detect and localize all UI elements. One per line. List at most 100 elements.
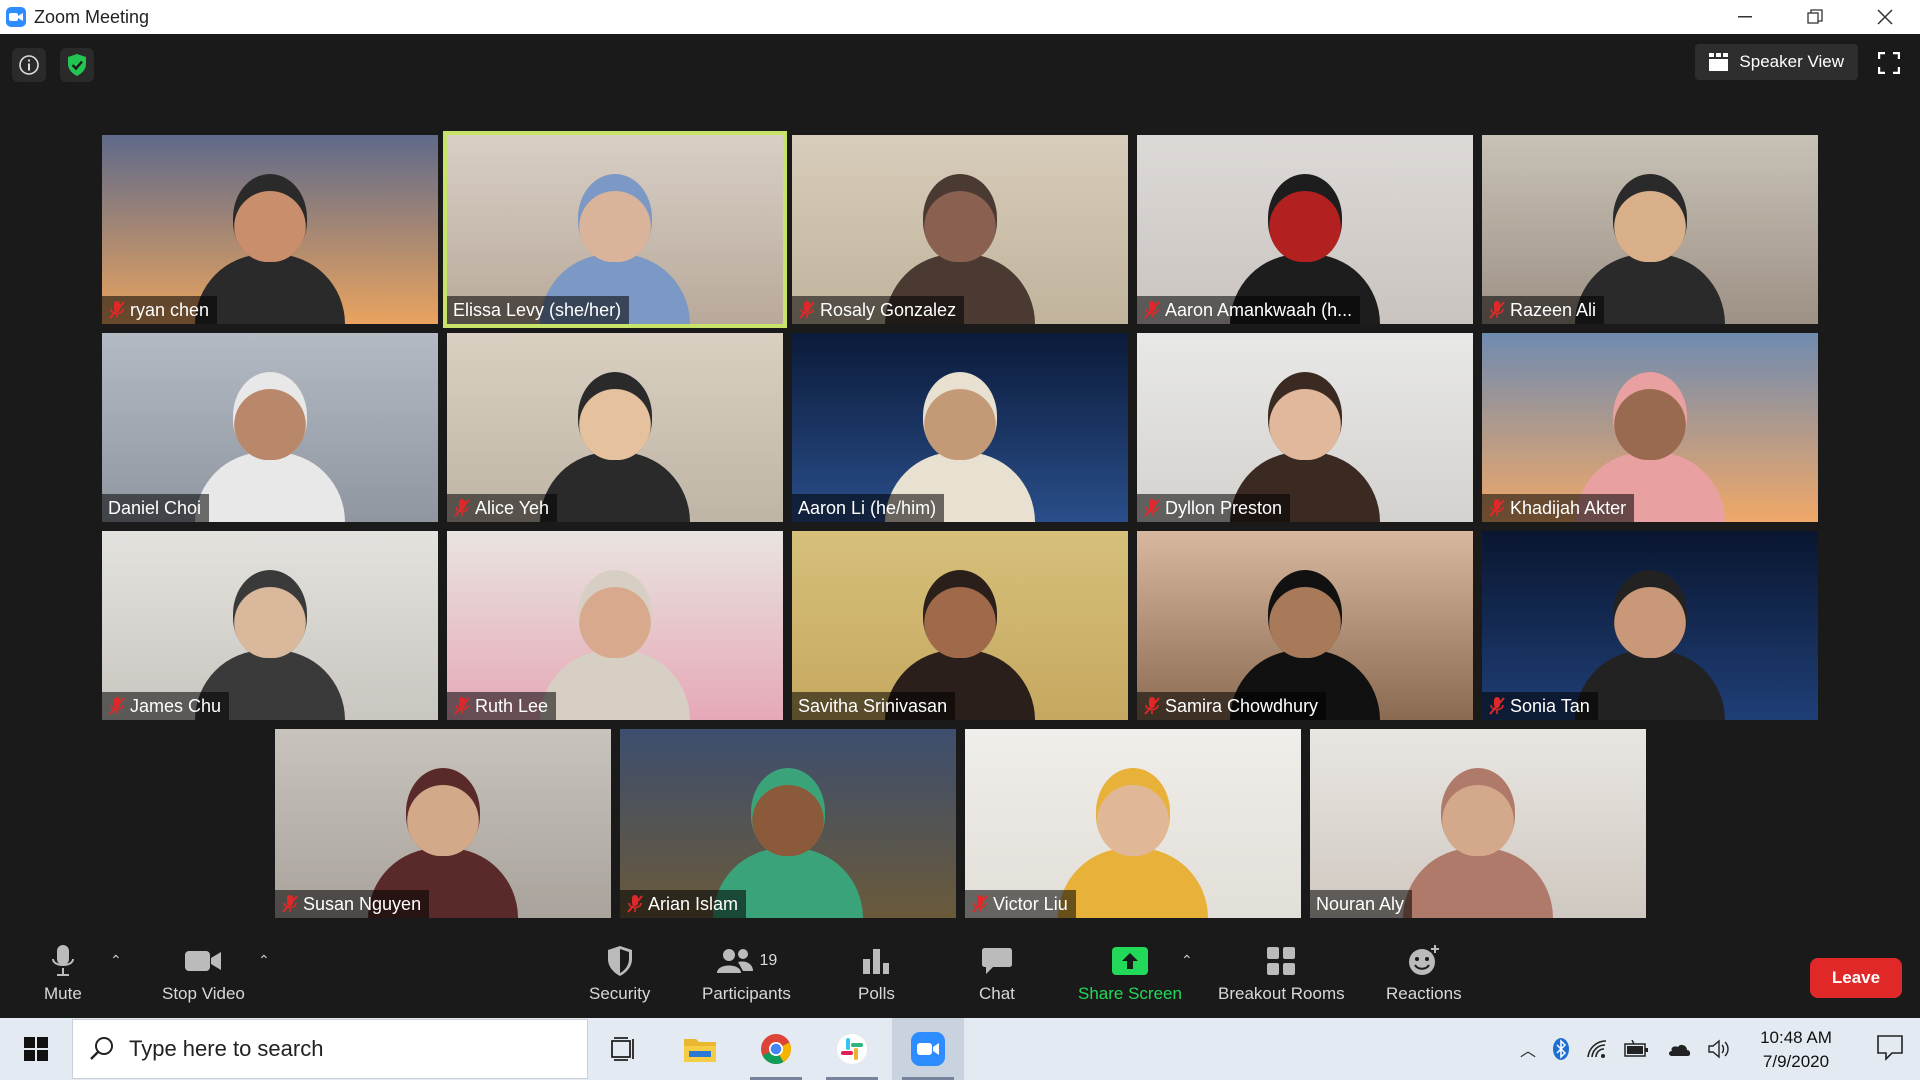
participant-name-label: Susan Nguyen: [275, 890, 430, 918]
participant-video-tile[interactable]: Nouran Aly: [1310, 729, 1646, 918]
polls-label: Polls: [858, 984, 895, 1003]
participant-video-tile[interactable]: Dyllon Preston: [1137, 333, 1473, 522]
share-screen-icon: [1111, 947, 1148, 975]
mute-button[interactable]: Mute: [44, 942, 82, 1004]
chrome-button[interactable]: [740, 1018, 812, 1080]
security-button[interactable]: Security: [589, 942, 650, 1004]
participant-video-tile[interactable]: Arian Islam: [620, 729, 956, 918]
participant-video-tile[interactable]: Susan Nguyen: [275, 729, 611, 918]
taskbar-clock[interactable]: 10:48 AM 7/9/2020: [1746, 1026, 1846, 1074]
zoom-taskbar-button[interactable]: [892, 1018, 964, 1080]
slack-icon: [837, 1034, 867, 1064]
show-hidden-icons-chevron-up-icon[interactable]: ︿: [1520, 1037, 1536, 1061]
participant-video-tile[interactable]: Elissa Levy (she/her): [443, 131, 787, 328]
onedrive-cloud-icon[interactable]: [1666, 1041, 1692, 1057]
participant-name: Aaron Li (he/him): [798, 497, 937, 518]
participant-video-tile[interactable]: Razeen Ali: [1482, 135, 1818, 324]
wifi-icon[interactable]: [1586, 1039, 1608, 1059]
participant-video-tile[interactable]: Victor Liu: [965, 729, 1301, 918]
battery-icon[interactable]: [1624, 1040, 1650, 1058]
reactions-button[interactable]: Reactions: [1386, 942, 1462, 1004]
participant-video-tile[interactable]: Daniel Choi: [102, 333, 438, 522]
video-camera-icon: [185, 951, 222, 971]
task-view-button[interactable]: [588, 1018, 660, 1080]
participant-video-feed: [1403, 758, 1553, 918]
participant-name-label: Daniel Choi: [102, 494, 210, 522]
participant-name: Savitha Srinivasan: [798, 695, 948, 716]
chat-button[interactable]: Chat: [979, 942, 1015, 1004]
participant-name: Razeen Ali: [1510, 299, 1597, 320]
chat-label: Chat: [979, 984, 1015, 1003]
participant-name: ryan chen: [130, 299, 210, 320]
participant-video-tile[interactable]: Ruth Lee: [447, 531, 783, 720]
restore-button[interactable]: [1780, 0, 1850, 34]
participant-name: Nouran Aly: [1316, 893, 1405, 914]
participant-name: Sonia Tan: [1510, 695, 1590, 716]
participant-video-tile[interactable]: Rosaly Gonzalez: [792, 135, 1128, 324]
slack-button[interactable]: [816, 1018, 888, 1080]
participants-button[interactable]: 19 Participants: [702, 942, 791, 1004]
task-view-icon: [611, 1037, 634, 1061]
mic-muted-icon: [799, 301, 815, 319]
participant-video-tile[interactable]: Samira Chowdhury: [1137, 531, 1473, 720]
participant-name-label: ryan chen: [102, 296, 218, 324]
polls-button[interactable]: Polls: [858, 942, 895, 1004]
windows-logo-icon: [24, 1037, 48, 1061]
participant-name: Aaron Amankwaah (h...: [1165, 299, 1353, 320]
security-shield-icon: [607, 946, 632, 976]
participant-name-label: James Chu: [102, 692, 230, 720]
participant-name-label: Razeen Ali: [1482, 296, 1605, 324]
mic-muted-icon: [1489, 697, 1505, 715]
participant-name-label: Aaron Li (he/him): [792, 494, 945, 522]
mic-muted-icon: [972, 895, 988, 913]
participant-name: Arian Islam: [648, 893, 739, 914]
microphone-icon: [51, 945, 74, 976]
leave-button[interactable]: Leave: [1810, 958, 1902, 998]
minimize-icon: [1738, 16, 1752, 18]
window-titlebar: Zoom Meeting: [0, 0, 1920, 34]
taskbar-search-box[interactable]: Type here to search: [72, 1019, 588, 1079]
participant-video-tile[interactable]: Khadijah Akter: [1482, 333, 1818, 522]
clock-time: 10:48 AM: [1760, 1028, 1832, 1047]
file-explorer-button[interactable]: [664, 1018, 736, 1080]
participant-name-label: Khadijah Akter: [1482, 494, 1635, 522]
share-screen-button[interactable]: Share Screen: [1078, 942, 1182, 1004]
reactions-icon: [1408, 945, 1439, 975]
participant-video-tile[interactable]: Savitha Srinivasan: [792, 531, 1128, 720]
participant-video-tile[interactable]: Alice Yeh: [447, 333, 783, 522]
action-center-button[interactable]: [1876, 1033, 1906, 1063]
close-window-button[interactable]: [1850, 0, 1920, 34]
volume-icon[interactable]: [1708, 1039, 1730, 1059]
share-screen-label: Share Screen: [1078, 984, 1182, 1003]
start-button[interactable]: [0, 1018, 72, 1080]
participant-video-feed: [540, 560, 690, 720]
participant-name: Elissa Levy (she/her): [453, 299, 622, 320]
participant-name-label: Victor Liu: [965, 890, 1076, 918]
share-options-chevron-up-icon[interactable]: ⌃: [1181, 952, 1193, 969]
audio-options-chevron-up-icon[interactable]: ⌃: [110, 952, 122, 969]
participant-video-tile[interactable]: ryan chen: [102, 135, 438, 324]
mic-muted-icon: [109, 301, 125, 319]
windows-taskbar: Type here to search ︿ 10:48 AM 7/9/2020: [0, 1018, 1920, 1080]
participant-video-feed: [195, 164, 345, 324]
participant-name: Rosaly Gonzalez: [820, 299, 957, 320]
bluetooth-icon[interactable]: [1552, 1037, 1570, 1061]
stop-video-button[interactable]: Stop Video: [162, 942, 245, 1004]
mic-muted-icon: [282, 895, 298, 913]
mic-muted-icon: [454, 499, 470, 517]
participant-video-tile[interactable]: James Chu: [102, 531, 438, 720]
participant-name-label: Sonia Tan: [1482, 692, 1598, 720]
clock-date: 7/9/2020: [1762, 1052, 1830, 1071]
reactions-label: Reactions: [1386, 984, 1462, 1003]
video-options-chevron-up-icon[interactable]: ⌃: [258, 952, 270, 969]
polls-icon: [863, 949, 890, 974]
participant-video-tile[interactable]: Aaron Amankwaah (h...: [1137, 135, 1473, 324]
participant-name: Victor Liu: [993, 893, 1068, 914]
participant-name: Khadijah Akter: [1510, 497, 1627, 518]
chat-icon: [981, 948, 1012, 974]
participant-video-tile[interactable]: Sonia Tan: [1482, 531, 1818, 720]
minimize-button[interactable]: [1710, 0, 1780, 34]
zoom-app-icon: [6, 7, 26, 27]
participant-video-tile[interactable]: Aaron Li (he/him): [792, 333, 1128, 522]
breakout-rooms-button[interactable]: Breakout Rooms: [1218, 942, 1345, 1004]
